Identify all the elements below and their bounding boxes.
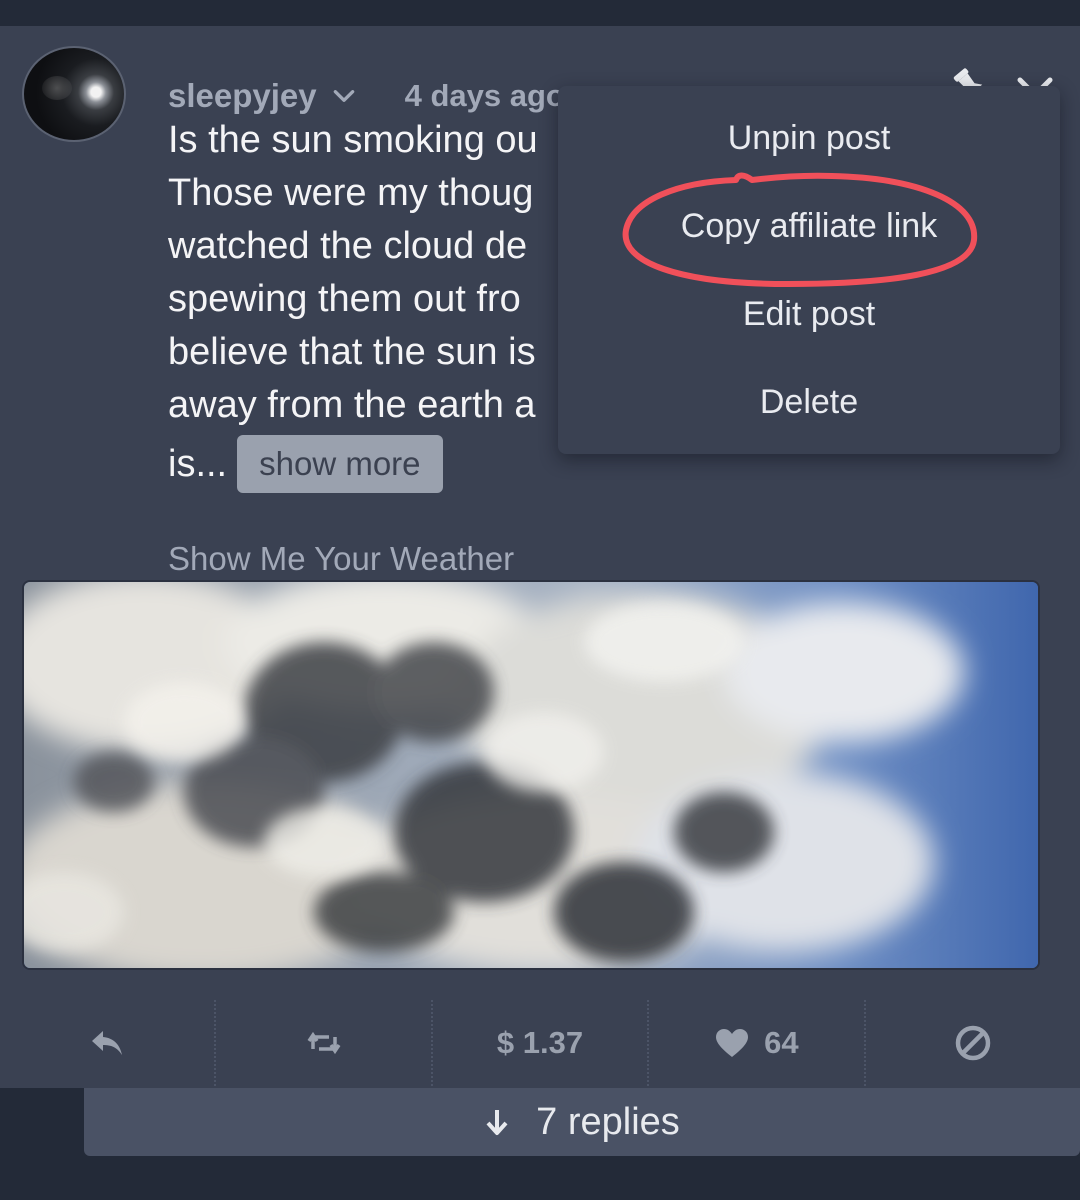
post-text-line: spewing them out fro	[168, 278, 521, 320]
payout-amount: $ 1.37	[496, 1025, 584, 1060]
replies-toggle[interactable]: 7 replies	[84, 1088, 1080, 1156]
show-more-button[interactable]: show more	[237, 435, 443, 493]
post-text-line: Those were my thoug	[168, 172, 534, 214]
post-body: Is the sun smoking ou Those were my thou…	[168, 114, 558, 496]
post-text-line: is...	[168, 442, 228, 485]
menu-item-copy-affiliate-link[interactable]: Copy affiliate link	[558, 196, 1060, 256]
post-text-line: Is the sun smoking ou	[168, 119, 538, 161]
post-text-line: watched the cloud de	[168, 225, 528, 267]
post-timestamp: 4 days ago	[404, 78, 565, 113]
avatar[interactable]	[22, 46, 126, 142]
username[interactable]: sleepyjey	[168, 77, 317, 115]
community-link[interactable]: Show Me Your Weather	[168, 540, 514, 578]
menu-item-edit-post[interactable]: Edit post	[558, 284, 1060, 344]
chevron-down-icon[interactable]	[331, 83, 357, 109]
payout-value[interactable]: $ 1.37	[433, 1000, 650, 1086]
reply-icon	[92, 1031, 123, 1055]
like-button[interactable]: 64	[649, 1000, 866, 1086]
post-text-last-line: is... show more	[168, 432, 558, 496]
post-image[interactable]	[22, 580, 1040, 970]
reply-button[interactable]	[0, 1000, 217, 1086]
feed-page: sleepyjey 4 days ago Is the sun smoking …	[0, 0, 1080, 1200]
replies-count: 7 replies	[536, 1100, 680, 1143]
heart-icon	[716, 1029, 749, 1057]
like-count: 64	[764, 1025, 799, 1060]
ban-icon	[955, 1025, 991, 1061]
resteem-button[interactable]	[216, 1000, 433, 1086]
menu-item-delete[interactable]: Delete	[558, 372, 1060, 432]
post-options-menu: Unpin post Copy affiliate link Edit post…	[558, 86, 1060, 454]
post-actions: $ 1.37 64	[0, 1000, 1080, 1086]
post-text-line: away from the earth a	[168, 384, 536, 426]
post-text-line: believe that the sun is	[168, 331, 536, 373]
menu-item-unpin-post[interactable]: Unpin post	[558, 108, 1060, 168]
arrow-down-icon	[486, 1110, 508, 1135]
flag-button[interactable]	[866, 1000, 1080, 1086]
resteem-icon	[307, 1031, 341, 1055]
cloud-photo	[24, 582, 1038, 968]
